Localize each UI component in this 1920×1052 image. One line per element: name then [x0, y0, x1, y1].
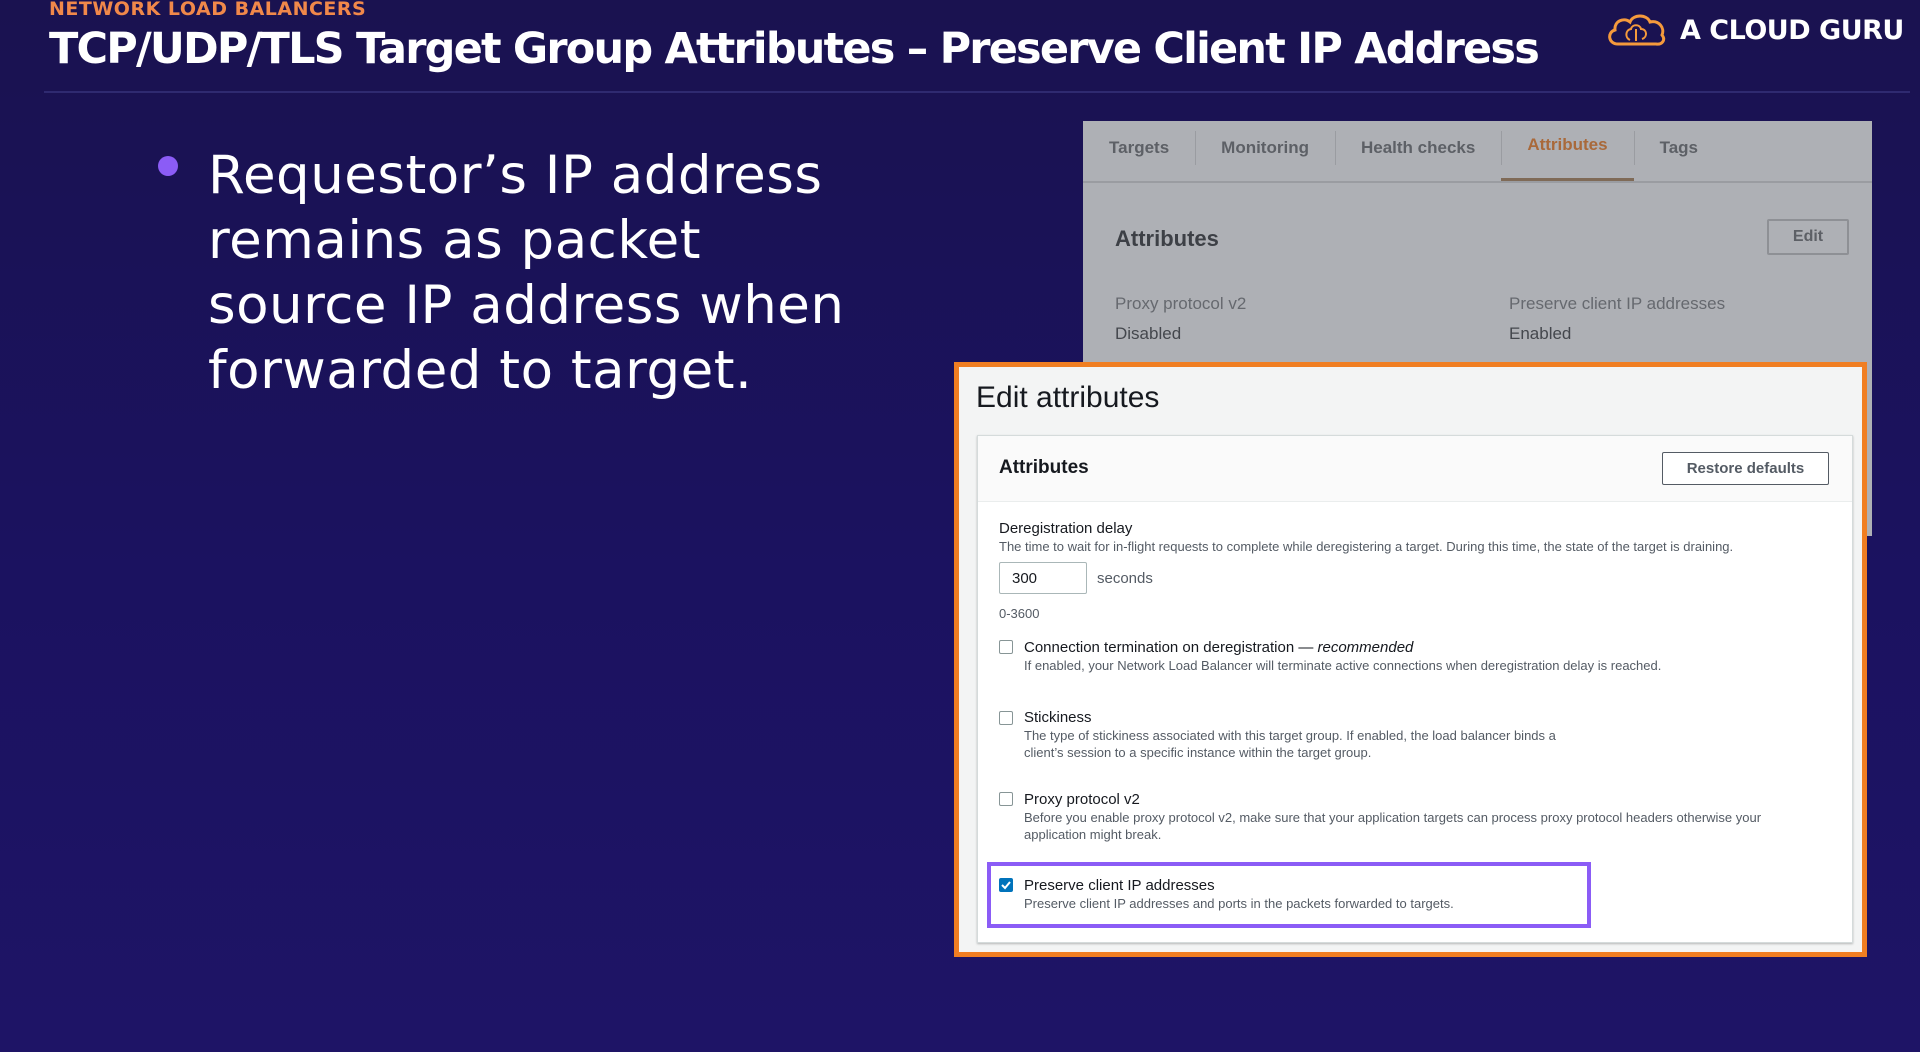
attributes-heading: Attributes — [1115, 226, 1219, 251]
deregistration-delay-label: Deregistration delay — [999, 520, 1133, 537]
bullet-text: Requestor’s IP address remains as packet… — [208, 145, 845, 401]
proxy-protocol-label: Proxy protocol v2 — [1115, 294, 1247, 313]
brand-name: A CLOUD GURU — [1680, 14, 1904, 46]
tab-monitoring[interactable]: Monitoring — [1195, 121, 1335, 181]
tab-health-checks[interactable]: Health checks — [1334, 121, 1501, 181]
deregistration-delay-desc: The time to wait for in-flight requests … — [999, 539, 1734, 554]
tab-targets[interactable]: Targets — [1083, 121, 1195, 181]
proxy-protocol-value: Disabled — [1115, 324, 1182, 343]
tab-attributes[interactable]: Attributes — [1501, 121, 1634, 181]
stickiness-checkbox[interactable] — [999, 711, 1013, 725]
deregistration-delay-input[interactable] — [999, 562, 1087, 594]
proxy-protocol-desc: Before you enable proxy protocol v2, mak… — [1024, 810, 1762, 842]
stickiness-label: Stickiness — [1024, 709, 1092, 726]
recommended-tag: recommended — [1317, 639, 1414, 656]
header-divider — [44, 91, 1910, 93]
preserve-ip-label: Preserve client IP addresses — [1509, 294, 1726, 313]
cloud-brain-icon — [1608, 14, 1666, 46]
proxy-protocol-checkbox[interactable] — [999, 792, 1013, 806]
details-tabs: Targets Monitoring Health checks Attribu… — [1083, 121, 1872, 183]
preserve-ip-value: Enabled — [1509, 324, 1572, 343]
edit-attributes-dialog: Edit attributes Attributes Restore defau… — [954, 362, 1867, 957]
brand-logo: A CLOUD GURU — [1604, 10, 1904, 50]
attributes-form-card: Attributes Restore defaults Deregistrati… — [977, 435, 1853, 943]
slide-title: TCP/UDP/TLS Target Group Attributes – Pr… — [49, 24, 1540, 74]
section-eyebrow: NETWORK LOAD BALANCERS — [49, 0, 367, 20]
deregistration-delay-range: 0-3600 — [999, 606, 1040, 621]
card-header: Attributes Restore defaults — [978, 436, 1852, 502]
bullet-dot — [158, 156, 178, 176]
stickiness-desc: The type of stickiness associated with t… — [1024, 728, 1556, 760]
connection-termination-label: Connection termination on deregistration… — [1024, 639, 1413, 656]
edit-button[interactable]: Edit — [1767, 219, 1849, 255]
card-title: Attributes — [999, 457, 1089, 478]
restore-defaults-button[interactable]: Restore defaults — [1662, 452, 1829, 485]
preserve-client-ip-highlight — [987, 862, 1591, 928]
connection-termination-label-text: Connection termination on deregistration… — [1024, 639, 1318, 656]
dialog-title: Edit attributes — [976, 381, 1160, 414]
tab-tags[interactable]: Tags — [1633, 121, 1724, 181]
connection-termination-desc: If enabled, your Network Load Balancer w… — [1024, 658, 1662, 673]
connection-termination-checkbox[interactable] — [999, 640, 1013, 654]
deregistration-delay-units: seconds — [1097, 570, 1153, 587]
proxy-protocol-option-label: Proxy protocol v2 — [1024, 791, 1140, 808]
